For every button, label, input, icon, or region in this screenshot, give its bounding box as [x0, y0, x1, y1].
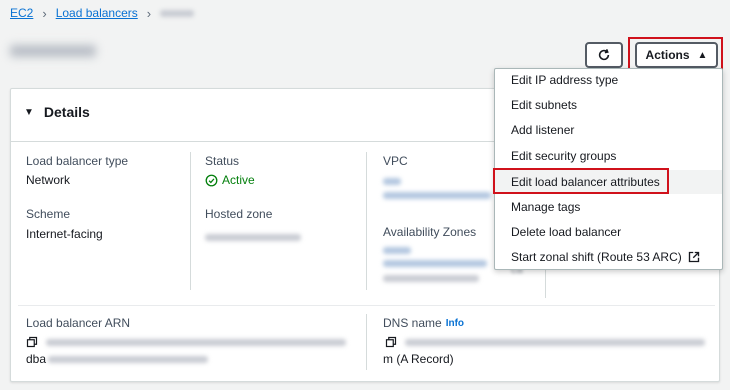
- dns-info-link[interactable]: Info: [446, 318, 464, 329]
- menu-item-label: Manage tags: [511, 200, 581, 214]
- menu-item-highlight-box: [493, 168, 669, 194]
- status-value: Active: [205, 173, 255, 187]
- arn-label: Load balancer ARN: [26, 316, 131, 330]
- dns-row: [385, 336, 705, 348]
- refresh-button[interactable]: [585, 42, 623, 68]
- copy-icon[interactable]: [26, 336, 38, 348]
- menu-item-delete-lb[interactable]: Delete load balancer: [511, 225, 621, 239]
- menu-item-edit-subnets[interactable]: Edit subnets: [511, 98, 577, 112]
- menu-item-label: Edit security groups: [511, 149, 617, 163]
- menu-item-add-listener[interactable]: Add listener: [511, 123, 574, 137]
- menu-item-edit-ip-address-type[interactable]: Edit IP address type: [511, 73, 618, 87]
- breadcrumb-current-redacted: [160, 9, 195, 17]
- vpc-value-redacted[interactable]: [383, 178, 491, 199]
- arn-value-fragment: dba: [26, 352, 47, 366]
- column-divider: [366, 314, 367, 370]
- scheme-label: Scheme: [26, 207, 71, 221]
- hosted-zone-value-redacted: [205, 230, 301, 244]
- chevron-right-icon: ›: [146, 5, 152, 21]
- availability-zones-label: Availability Zones: [383, 225, 477, 239]
- lb-type-value: Network: [26, 173, 71, 187]
- menu-item-edit-security-groups[interactable]: Edit security groups: [511, 149, 616, 163]
- column-divider: [190, 152, 191, 290]
- column-divider: [366, 152, 367, 290]
- vpc-label: VPC: [383, 154, 408, 168]
- menu-item-start-zonal-shift[interactable]: Start zonal shift (Route 53 ARC): [511, 250, 700, 264]
- dns-label-row: DNS name Info: [383, 316, 464, 330]
- menu-item-label: Edit subnets: [511, 98, 578, 112]
- status-label: Status: [205, 154, 240, 168]
- check-circle-icon: [205, 174, 218, 186]
- refresh-icon: [598, 49, 610, 61]
- menu-item-label: Add listener: [511, 123, 575, 137]
- arn-row: [26, 336, 346, 348]
- copy-icon[interactable]: [385, 336, 397, 348]
- page-title: [10, 40, 96, 63]
- details-title: Details: [43, 104, 90, 120]
- lb-type-label: Load balancer type: [26, 154, 129, 168]
- dns-label: DNS name: [383, 316, 442, 330]
- menu-item-label: Delete load balancer: [511, 225, 622, 239]
- breadcrumb-ec2[interactable]: EC2: [10, 6, 33, 20]
- dns-value-fragment: m (A Record): [383, 352, 454, 366]
- details-header[interactable]: ▼ Details: [24, 104, 90, 120]
- scheme-value: Internet-facing: [26, 227, 103, 241]
- menu-item-label: Start zonal shift (Route 53 ARC): [511, 250, 682, 264]
- chevron-right-icon: ›: [42, 5, 47, 21]
- menu-item-label: Edit IP address type: [511, 73, 619, 87]
- breadcrumb: EC2 › Load balancers ›: [10, 5, 195, 21]
- hosted-zone-label: Hosted zone: [205, 207, 273, 221]
- menu-item-manage-tags[interactable]: Manage tags: [511, 200, 580, 214]
- external-link-icon: [688, 251, 699, 263]
- caret-down-icon: ▼: [24, 106, 34, 118]
- breadcrumb-load-balancers[interactable]: Load balancers: [56, 6, 138, 20]
- availability-zones-value-redacted[interactable]: [383, 247, 487, 282]
- arn-value: dba: [26, 352, 209, 366]
- dns-value: m (A Record): [383, 352, 454, 366]
- status-text: Active: [222, 173, 255, 187]
- row-divider: [18, 305, 715, 306]
- column-divider: [545, 270, 546, 298]
